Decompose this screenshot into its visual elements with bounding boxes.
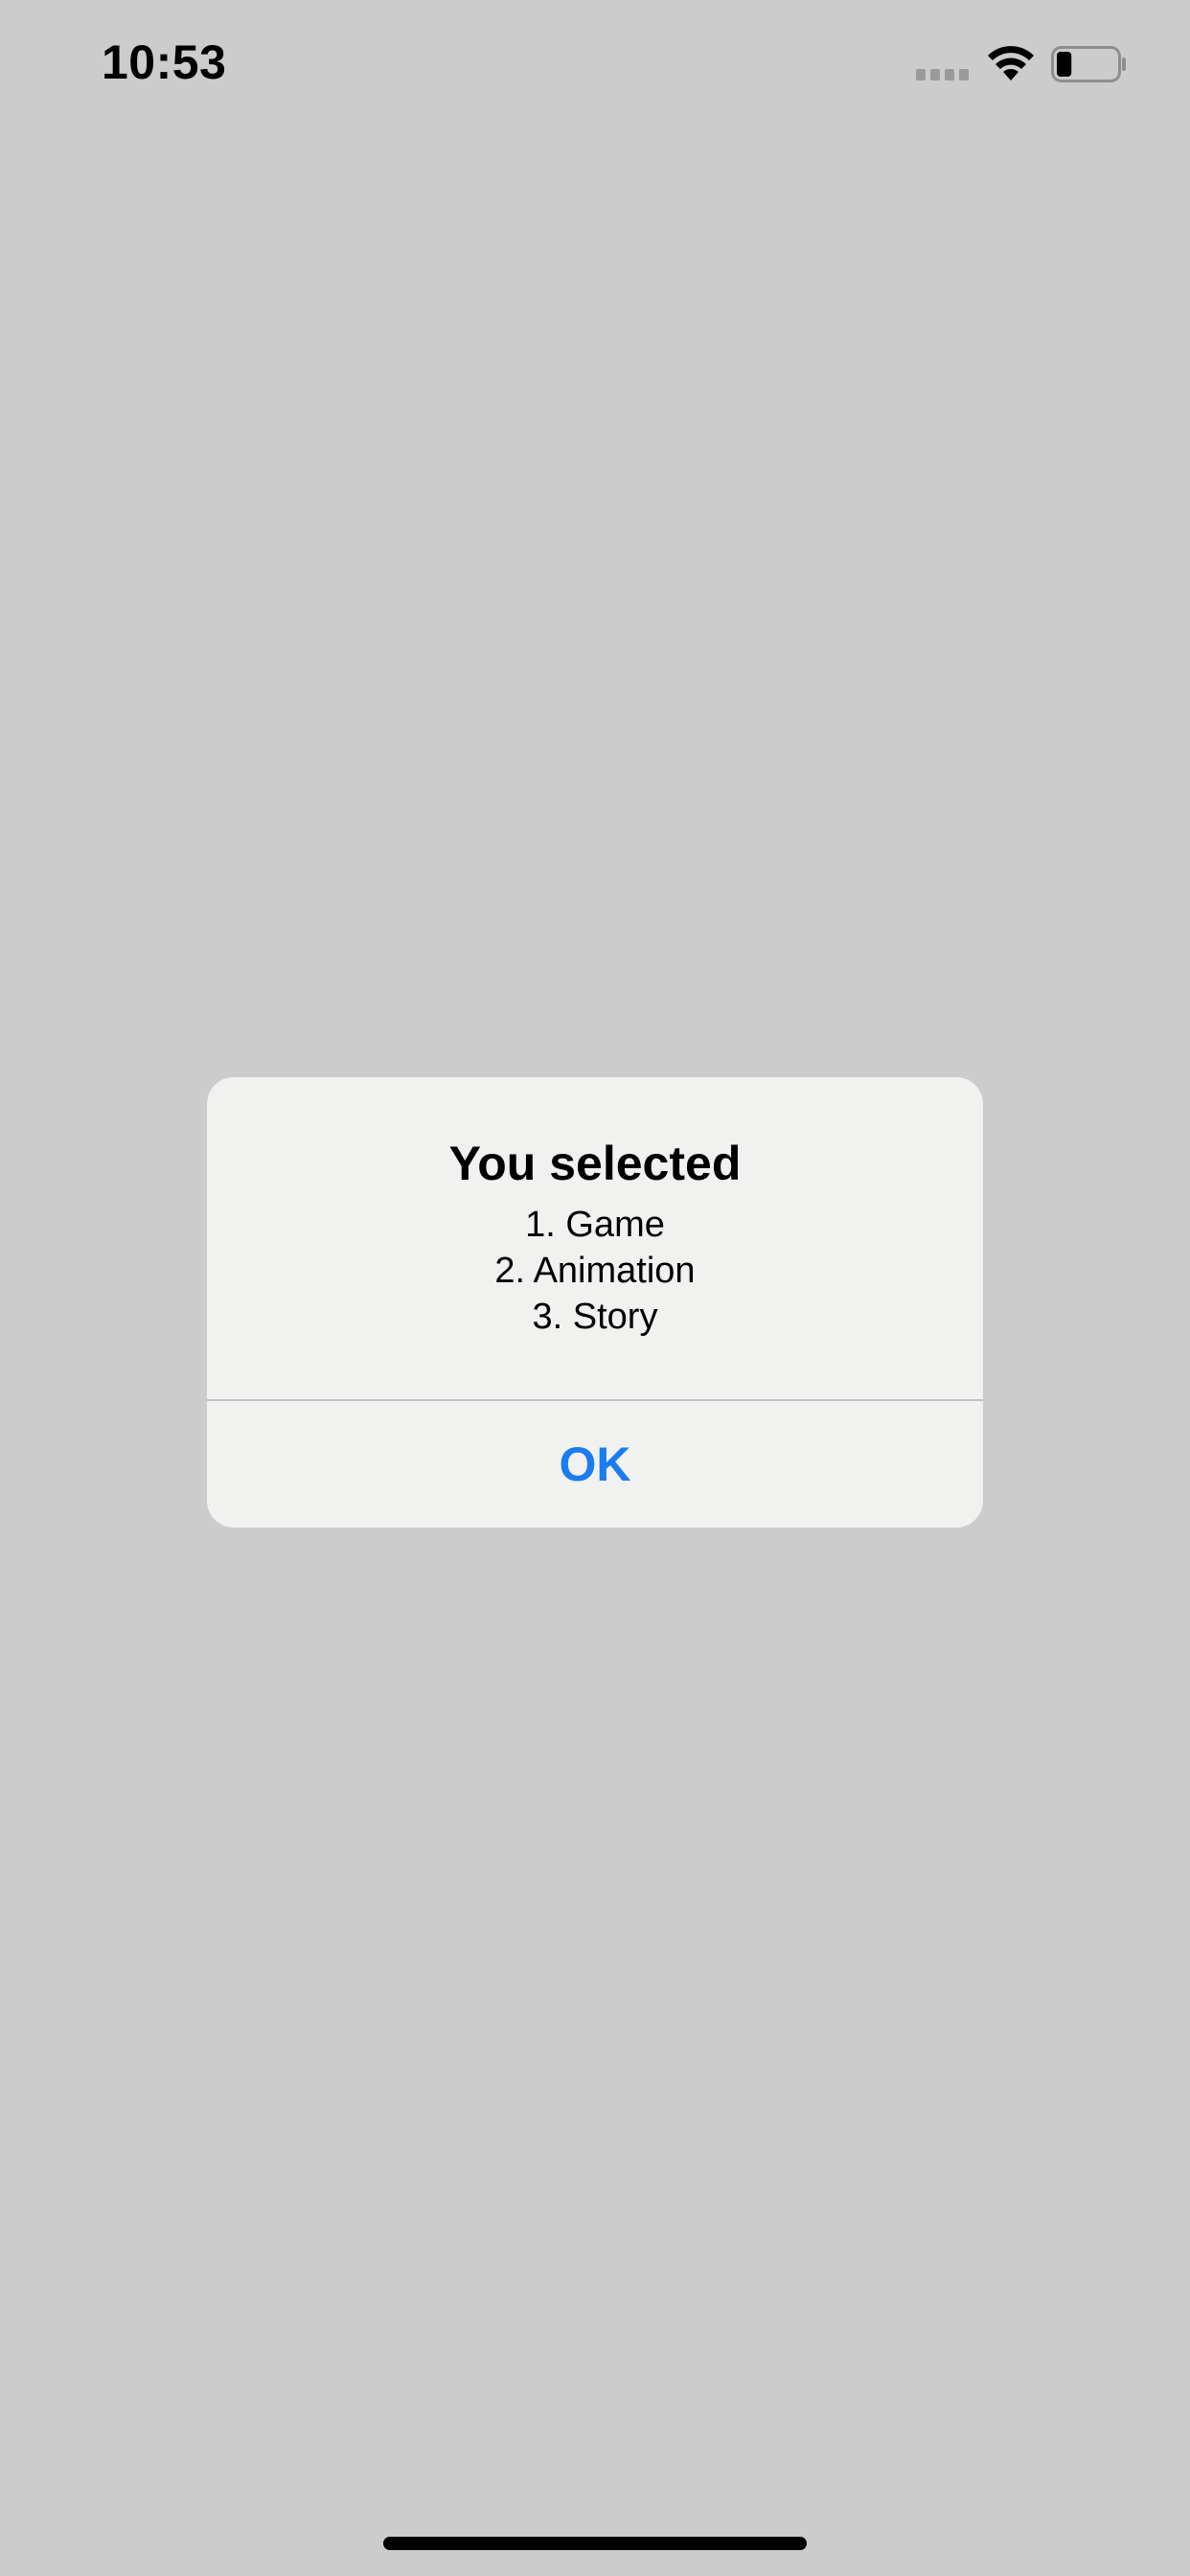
status-bar: 10:53	[0, 0, 1190, 134]
alert-message: 1. Game 2. Animation 3. Story	[207, 1202, 983, 1340]
alert-dialog: You selected 1. Game 2. Animation 3. Sto…	[207, 1077, 983, 1528]
alert-title: You selected	[448, 1137, 742, 1190]
alert-message-line: 3. Story	[532, 1297, 658, 1337]
alert-message-line: 1. Game	[525, 1205, 665, 1245]
alert-message-line: 2. Animation	[494, 1251, 696, 1291]
ok-button[interactable]: OK	[207, 1401, 983, 1528]
cellular-signal-icon	[916, 69, 972, 80]
home-indicator[interactable]	[383, 2537, 807, 2550]
alert-content: You selected 1. Game 2. Animation 3. Sto…	[207, 1077, 983, 1399]
status-time: 10:53	[102, 35, 227, 89]
battery-icon	[1051, 46, 1126, 82]
wifi-icon	[988, 46, 1034, 80]
